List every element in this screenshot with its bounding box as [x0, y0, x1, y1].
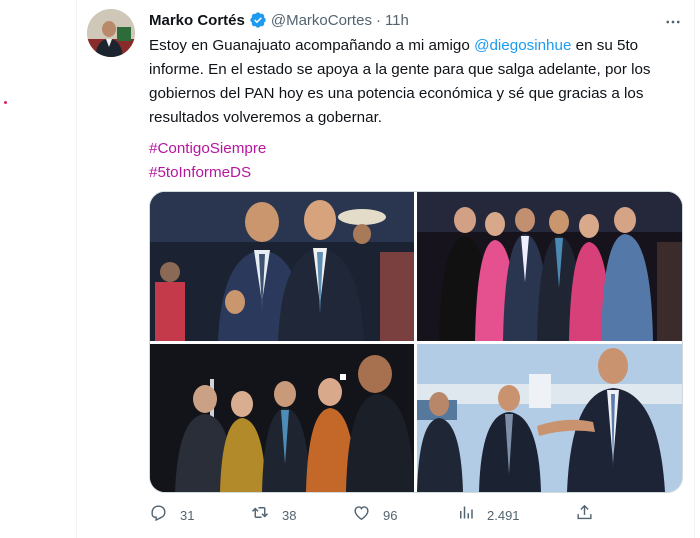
hashtag-link[interactable]: #ContigoSiempre — [149, 137, 266, 161]
reply-button[interactable]: 31 — [149, 502, 194, 528]
tweet-text: Estoy en Guanajuato acompañando a mi ami… — [149, 34, 677, 130]
heart-icon — [352, 503, 371, 527]
hashtag-list: #ContigoSiempre #5toInformeDS — [149, 137, 266, 185]
author-handle[interactable]: @MarkoCortes — [271, 12, 372, 29]
photo-3[interactable] — [150, 344, 414, 492]
views-chart-icon — [457, 503, 475, 527]
retweet-icon — [250, 503, 270, 527]
like-count: 96 — [383, 507, 398, 523]
media-grid — [149, 191, 683, 493]
action-bar: 31 38 96 2.491 — [149, 502, 677, 528]
hashtag-link[interactable]: #5toInformeDS — [149, 161, 266, 185]
tweet-text-start: Estoy en Guanajuato acompañando a mi ami… — [149, 37, 475, 54]
like-button[interactable]: 96 — [352, 502, 397, 528]
mention-link[interactable]: @diegosinhue — [474, 37, 571, 54]
views-button[interactable]: 2.491 — [457, 502, 520, 528]
views-count: 2.491 — [487, 507, 520, 523]
reply-icon — [149, 503, 168, 527]
share-icon — [575, 503, 594, 527]
left-panel — [0, 0, 75, 538]
right-border — [694, 0, 695, 538]
more-horizontal-icon[interactable] — [663, 12, 683, 32]
notification-dot — [4, 101, 7, 104]
share-button[interactable] — [575, 502, 594, 528]
reply-count: 31 — [180, 507, 195, 523]
photo-4[interactable] — [417, 344, 682, 492]
photo-1[interactable] — [150, 192, 414, 341]
avatar[interactable] — [87, 9, 135, 57]
tweet-header: Marko Cortés @MarkoCortes · 11h — [149, 10, 409, 30]
photo-2[interactable] — [417, 192, 682, 341]
tweet[interactable]: Marko Cortés @MarkoCortes · 11h Estoy en… — [76, 0, 695, 538]
separator: · — [375, 11, 381, 29]
timestamp[interactable]: 11h — [385, 12, 409, 29]
retweet-button[interactable]: 38 — [250, 502, 296, 528]
retweet-count: 38 — [282, 507, 297, 523]
author-name[interactable]: Marko Cortés — [149, 12, 245, 29]
verified-badge-icon — [249, 11, 267, 29]
